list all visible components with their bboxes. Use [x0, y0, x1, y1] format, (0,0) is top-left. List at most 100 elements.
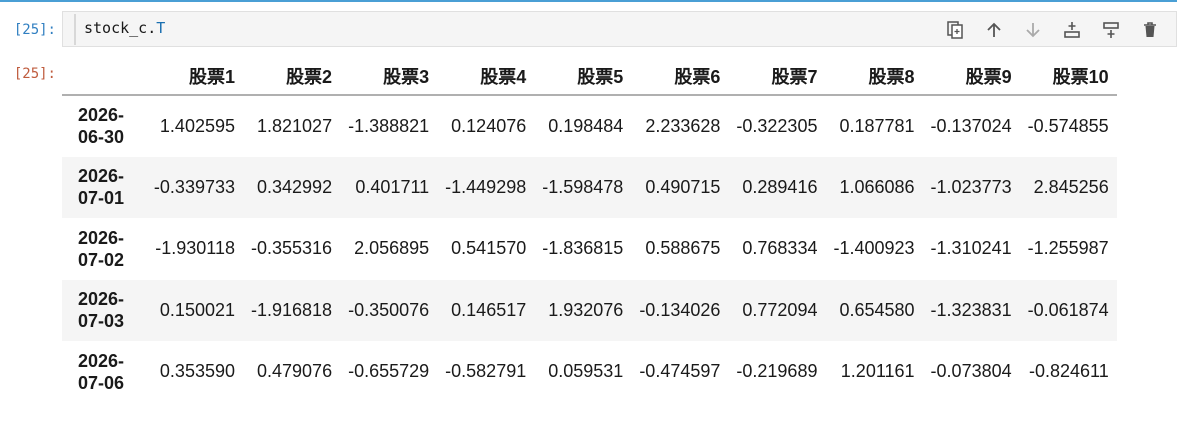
table-cell: -0.134026 — [639, 299, 721, 320]
table-cell: -1.310241 — [930, 238, 1012, 259]
arrow-up-icon — [987, 22, 1001, 37]
table-cell: -1.388821 — [348, 115, 430, 136]
duplicate-icon — [947, 21, 963, 39]
table-cell: -1.836815 — [542, 238, 624, 259]
row-index-top: 2026- — [78, 105, 125, 126]
row-index-top: 2026- — [78, 289, 125, 310]
table-cell: 0.654580 — [839, 299, 915, 320]
table-cell: 0.479076 — [257, 361, 333, 382]
table-body: 2026- 06-30 1.402595 1.821027 -1.388821 0.124… — [62, 95, 1117, 403]
table-cell: 0.588675 — [645, 238, 721, 259]
table-cell: -0.137024 — [930, 115, 1012, 136]
table-cell: 0.353590 — [159, 361, 235, 382]
table-cell: -0.474597 — [639, 361, 721, 382]
row-index: 2026- 06-30 — [62, 95, 142, 157]
table-cell: 0.187781 — [839, 115, 915, 136]
table-cell: 0.401711 — [355, 176, 430, 197]
table-cell: -1.255987 — [1027, 238, 1109, 259]
table-cell: -0.219689 — [736, 361, 818, 382]
table-cell: -1.598478 — [542, 176, 624, 197]
table-cell: -0.073804 — [930, 361, 1012, 382]
row-index-bottom: 07-01 — [78, 188, 125, 209]
notebook-cell[interactable]: [25]: stock_c.T [25]: 股票1 股票2 股票3 股票4 股票… — [0, 2, 1177, 424]
table-cell: 1.066086 — [839, 176, 915, 197]
table-cell: -0.824611 — [1028, 361, 1109, 382]
table-cell: -0.322305 — [736, 115, 818, 136]
row-index-top: 2026- — [78, 350, 125, 371]
index-header — [62, 58, 142, 96]
column-header: 股票9 — [922, 58, 1020, 96]
editor-gutter — [74, 14, 76, 45]
column-header: 股票3 — [340, 58, 438, 96]
column-header: 股票8 — [825, 58, 923, 96]
table-cell: 2.233628 — [645, 115, 721, 136]
row-index: 2026- 07-03 — [62, 280, 142, 342]
row-index-top: 2026- — [78, 166, 125, 187]
table-cell: -0.574855 — [1027, 115, 1109, 136]
table-cell: 0.541570 — [451, 238, 527, 259]
table-cell: 2.845256 — [1033, 176, 1109, 197]
table-cell: -0.355316 — [251, 238, 333, 259]
output-prompt: [25]: — [13, 66, 56, 82]
column-header: 股票5 — [534, 58, 632, 96]
insert-above-button[interactable] — [1059, 18, 1085, 42]
row-index: 2026- 07-02 — [62, 218, 142, 280]
insert-above-icon — [1064, 22, 1080, 38]
table-cell: -1.323831 — [930, 299, 1012, 320]
table-cell: 0.150021 — [159, 299, 235, 320]
table-cell: -0.582791 — [445, 361, 527, 382]
table-cell: 0.342992 — [257, 176, 333, 197]
table-cell: 1.932076 — [548, 299, 624, 320]
insert-below-button[interactable] — [1098, 18, 1124, 42]
column-header: 股票1 — [142, 58, 243, 96]
cell-toolbar — [942, 18, 1163, 42]
table-cell: -0.061874 — [1027, 299, 1109, 320]
row-index-top: 2026- — [78, 227, 125, 248]
arrow-down-icon — [1026, 23, 1040, 38]
column-header: 股票7 — [728, 58, 826, 96]
output-area: 股票1 股票2 股票3 股票4 股票5 股票6 股票7 股票8 股票9 股票10… — [62, 58, 1117, 403]
column-header: 股票4 — [437, 58, 535, 96]
code-dot: . — [147, 19, 157, 37]
table-cell: 0.146517 — [451, 299, 527, 320]
column-header: 股票2 — [243, 58, 341, 96]
row-index: 2026- 07-06 — [62, 341, 142, 403]
table-row: 2026- 07-06 0.353590 0.479076 -0.655729 -0.58… — [62, 341, 1117, 403]
insert-below-icon — [1103, 22, 1119, 38]
table-cell: 1.402595 — [159, 115, 235, 136]
code-line[interactable]: stock_c.T — [84, 19, 165, 37]
table-cell: -1.400923 — [833, 238, 915, 259]
input-prompt: [25]: — [13, 22, 56, 38]
move-down-button[interactable] — [1020, 18, 1046, 42]
delete-cell-button[interactable] — [1137, 18, 1163, 42]
table-cell: 1.821027 — [257, 115, 333, 136]
row-index-bottom: 07-02 — [78, 249, 125, 270]
table-cell: 0.289416 — [742, 176, 818, 197]
table-cell: 0.059531 — [548, 361, 624, 382]
code-attribute: T — [156, 19, 166, 37]
table-cell: -0.350076 — [348, 299, 430, 320]
table-cell: -0.339733 — [153, 176, 235, 197]
duplicate-cell-button[interactable] — [942, 18, 968, 42]
table-cell: -1.916818 — [251, 299, 333, 320]
column-header: 股票10 — [1019, 58, 1117, 96]
move-up-button[interactable] — [981, 18, 1007, 42]
header-row: 股票1 股票2 股票3 股票4 股票5 股票6 股票7 股票8 股票9 股票10 — [62, 58, 1117, 96]
table-cell: 0.772094 — [742, 299, 818, 320]
code-object: stock_c — [84, 19, 148, 37]
table-row: 2026- 06-30 1.402595 1.821027 -1.388821 0.124… — [62, 95, 1117, 157]
column-header: 股票6 — [631, 58, 729, 96]
table-cell: -1.930118 — [155, 238, 235, 259]
dataframe-table: 股票1 股票2 股票3 股票4 股票5 股票6 股票7 股票8 股票9 股票10… — [62, 58, 1117, 403]
table-cell: 0.490715 — [645, 176, 721, 197]
table-row: 2026- 07-03 0.150021 -1.916818 -0.350076 0.14… — [62, 279, 1117, 342]
table-cell: 0.768334 — [742, 238, 818, 259]
row-index-bottom: 07-06 — [78, 372, 125, 393]
table-cell: 0.124076 — [451, 115, 527, 136]
row-index-bottom: 06-30 — [78, 127, 125, 148]
table-cell: 0.198484 — [548, 115, 624, 136]
trash-icon — [1144, 22, 1156, 37]
table-row: 2026- 07-01 -0.339733 0.342992 0.401711 -1.44… — [62, 156, 1117, 219]
row-index: 2026- 07-01 — [62, 157, 142, 219]
table-cell: -1.449298 — [445, 176, 527, 197]
